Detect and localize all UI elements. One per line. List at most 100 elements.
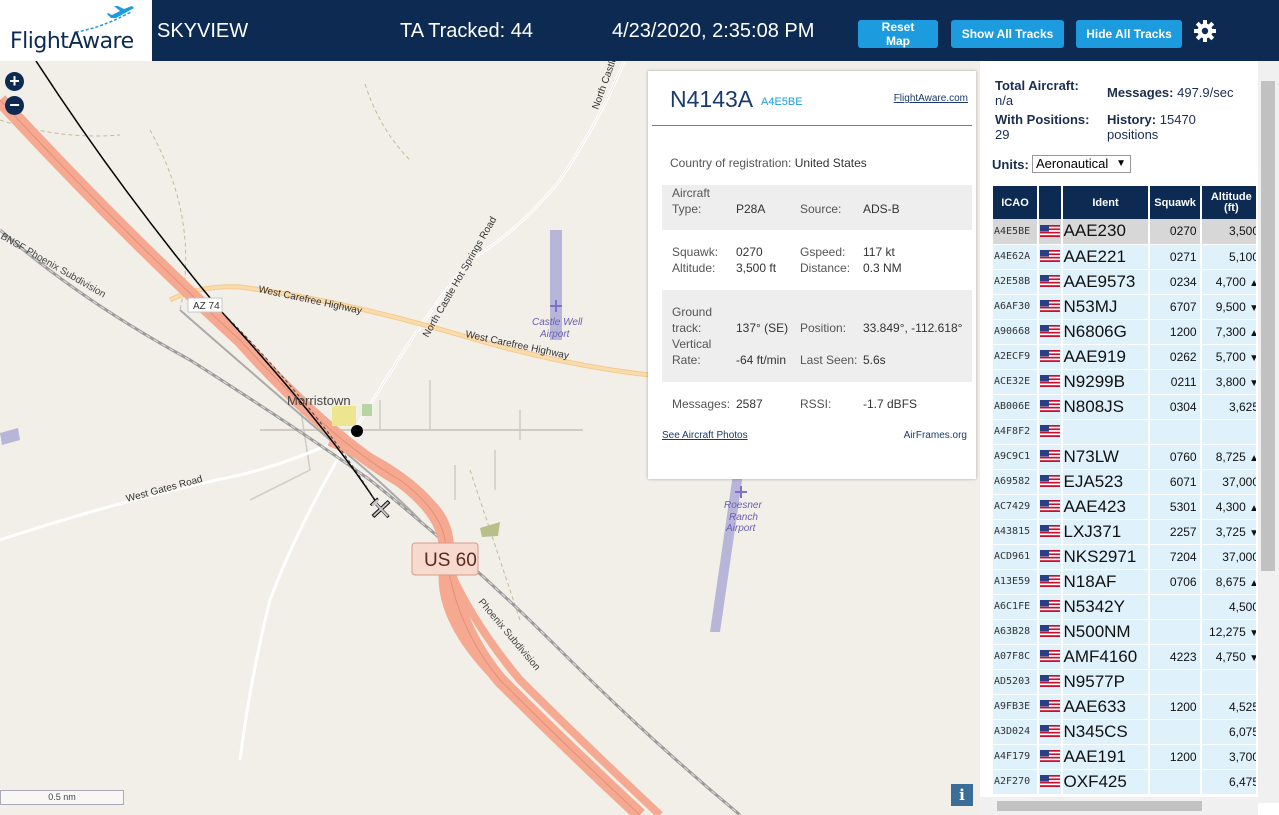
- row-altitude: 4,700 ▲: [1200, 269, 1256, 295]
- units-select[interactable]: Aeronautical ▼: [1032, 155, 1131, 173]
- row-ident: AAE633: [1061, 694, 1151, 720]
- col-altitude[interactable]: Altitude (ft): [1200, 186, 1256, 219]
- shaded-block-2: [662, 290, 972, 382]
- scrollbar-thumb-horizontal[interactable]: [997, 801, 1202, 811]
- zoom-out-icon[interactable]: −: [5, 96, 24, 115]
- horizontal-scrollbar[interactable]: [980, 797, 1258, 815]
- row-squawk: [1149, 419, 1202, 445]
- table-row[interactable]: A63B28 N500NM 12,275 ▼: [993, 619, 1256, 645]
- map-scale: 0.5 nm: [0, 790, 124, 805]
- trend-icon: ▲: [1249, 277, 1256, 289]
- row-ident: N73LW: [1061, 444, 1151, 470]
- row-icao: A90668: [993, 319, 1039, 345]
- table-row[interactable]: A43815 LXJ371 2257 3,725 ▼: [993, 519, 1256, 545]
- row-ident: N53MJ: [1061, 294, 1151, 320]
- table-row[interactable]: A90668 N6806G 1200 7,300 ▲: [993, 319, 1256, 345]
- us-flag-icon: [1038, 219, 1063, 245]
- table-row[interactable]: AB006E N808JS 0304 3,625: [993, 394, 1256, 420]
- table-row[interactable]: A4E5BE AAE230 0270 3,500: [993, 219, 1256, 245]
- table-row[interactable]: ACD961 NKS2971 7204 37,000: [993, 544, 1256, 570]
- us-flag-icon: [1038, 644, 1063, 670]
- us-flag-icon: [1038, 344, 1063, 370]
- castle-well-label-2: Airport: [539, 329, 571, 340]
- row-ident: N9299B: [1061, 369, 1151, 395]
- row-squawk: 1200: [1149, 319, 1202, 345]
- table-row[interactable]: A3D024 N345CS 6,075: [993, 719, 1256, 745]
- airframes-link[interactable]: AirFrames.org: [904, 430, 967, 441]
- table-row[interactable]: A69582 EJA523 6071 37,000: [993, 469, 1256, 495]
- zoom-in-icon[interactable]: +: [5, 72, 24, 91]
- row-ident: AAE191: [1061, 744, 1151, 770]
- row-altitude: 8,675 ▲: [1200, 569, 1256, 595]
- row-ident: N500NM: [1061, 619, 1151, 645]
- flightaware-link[interactable]: FlightAware.com: [894, 93, 968, 104]
- table-row[interactable]: A6C1FE N5342Y 4,500: [993, 594, 1256, 620]
- us-flag-icon: [1038, 294, 1063, 320]
- row-squawk: [1149, 669, 1202, 695]
- us-flag-icon: [1038, 494, 1063, 520]
- row-squawk: 0706: [1149, 569, 1202, 595]
- row-altitude: 37,000: [1200, 469, 1256, 495]
- table-row[interactable]: A6AF30 N53MJ 6707 9,500 ▼: [993, 294, 1256, 320]
- row-icao: ACE32E: [993, 369, 1039, 395]
- popup-divider: [652, 125, 972, 126]
- tracked-count: TA Tracked: 44: [400, 20, 534, 42]
- row-squawk: [1149, 769, 1202, 795]
- table-row[interactable]: A9C9C1 N73LW 0760 8,725 ▲: [993, 444, 1256, 470]
- table-row[interactable]: A4E62A AAE221 0271 5,100: [993, 244, 1256, 270]
- see-aircraft-photos-link[interactable]: See Aircraft Photos: [662, 430, 748, 441]
- vertical-rate-label-2: Rate:: [672, 353, 701, 367]
- us-flag-icon: [1038, 719, 1063, 745]
- gspeed-value: 117 kt: [863, 245, 895, 259]
- table-row[interactable]: AD5203 N9577P: [993, 669, 1256, 695]
- aircraft-table: ICAO Ident Squawk Altitude (ft) A4E5BE AAE…: [993, 186, 1256, 795]
- row-ident: AAE9573: [1061, 269, 1151, 295]
- table-row[interactable]: A9FB3E AAE633 1200 4,525: [993, 694, 1256, 720]
- aircraft-type-value: P28A: [736, 202, 766, 216]
- table-row[interactable]: ACE32E N9299B 0211 3,800 ▼: [993, 369, 1256, 395]
- row-squawk: 6071: [1149, 469, 1202, 495]
- flightaware-logo[interactable]: FlightAware: [0, 0, 152, 61]
- table-row[interactable]: A13E59 N18AF 0706 8,675 ▲: [993, 569, 1256, 595]
- vertical-scrollbar[interactable]: [1258, 61, 1279, 803]
- with-positions: With Positions: 29: [995, 112, 1090, 142]
- table-row[interactable]: A4F8F2: [993, 419, 1256, 445]
- col-ident[interactable]: Ident: [1061, 186, 1151, 219]
- altitude-value: 3,500 ft: [736, 261, 777, 275]
- messages-rate: Messages: 497.9/sec: [1107, 85, 1234, 100]
- row-icao: A2F270: [993, 769, 1039, 795]
- us-flag-icon: [1038, 669, 1063, 695]
- row-ident: [1061, 419, 1151, 445]
- distance-label: Distance:: [800, 261, 851, 275]
- row-altitude: [1200, 669, 1256, 695]
- table-row[interactable]: A07F8C AMF4160 4223 4,750 ▼: [993, 644, 1256, 670]
- us-flag-icon: [1038, 394, 1063, 420]
- show-all-tracks-button[interactable]: Show All Tracks: [951, 20, 1064, 48]
- table-row[interactable]: A4F179 AAE191 1200 3,700: [993, 744, 1256, 770]
- row-squawk: 0262: [1149, 344, 1202, 370]
- distance-value: 0.3 NM: [863, 261, 902, 275]
- col-icao[interactable]: ICAO: [993, 186, 1039, 219]
- gear-icon[interactable]: [1193, 19, 1217, 43]
- position-label: Position:: [800, 321, 847, 335]
- info-icon[interactable]: i: [951, 784, 973, 806]
- row-ident: N5342Y: [1061, 594, 1151, 620]
- reset-map-button[interactable]: Reset Map: [858, 20, 938, 48]
- scrollbar-thumb[interactable]: [1261, 81, 1275, 571]
- col-flag[interactable]: [1038, 186, 1063, 219]
- table-row[interactable]: A2E58B AAE9573 0234 4,700 ▲: [993, 269, 1256, 295]
- row-icao: A63B28: [993, 619, 1039, 645]
- us-flag-icon: [1038, 244, 1063, 270]
- row-icao: A4F8F2: [993, 419, 1039, 445]
- col-squawk[interactable]: Squawk: [1149, 186, 1202, 219]
- table-row[interactable]: A2ECF9 AAE919 0262 5,700 ▼: [993, 344, 1256, 370]
- row-icao: A9FB3E: [993, 694, 1039, 720]
- row-ident: LXJ371: [1061, 519, 1151, 545]
- datetime: 4/23/2020, 2:35:08 PM: [612, 20, 815, 42]
- table-row[interactable]: A2F270 OXF425 6,475: [993, 769, 1256, 795]
- top-header: FlightAware SKYVIEW TA Tracked: 44 4/23/…: [0, 0, 1279, 61]
- history: History: 15470 positions: [1107, 112, 1196, 142]
- row-altitude: 3,800 ▼: [1200, 369, 1256, 395]
- hide-all-tracks-button[interactable]: Hide All Tracks: [1076, 20, 1182, 48]
- table-row[interactable]: AC7429 AAE423 5301 4,300 ▲: [993, 494, 1256, 520]
